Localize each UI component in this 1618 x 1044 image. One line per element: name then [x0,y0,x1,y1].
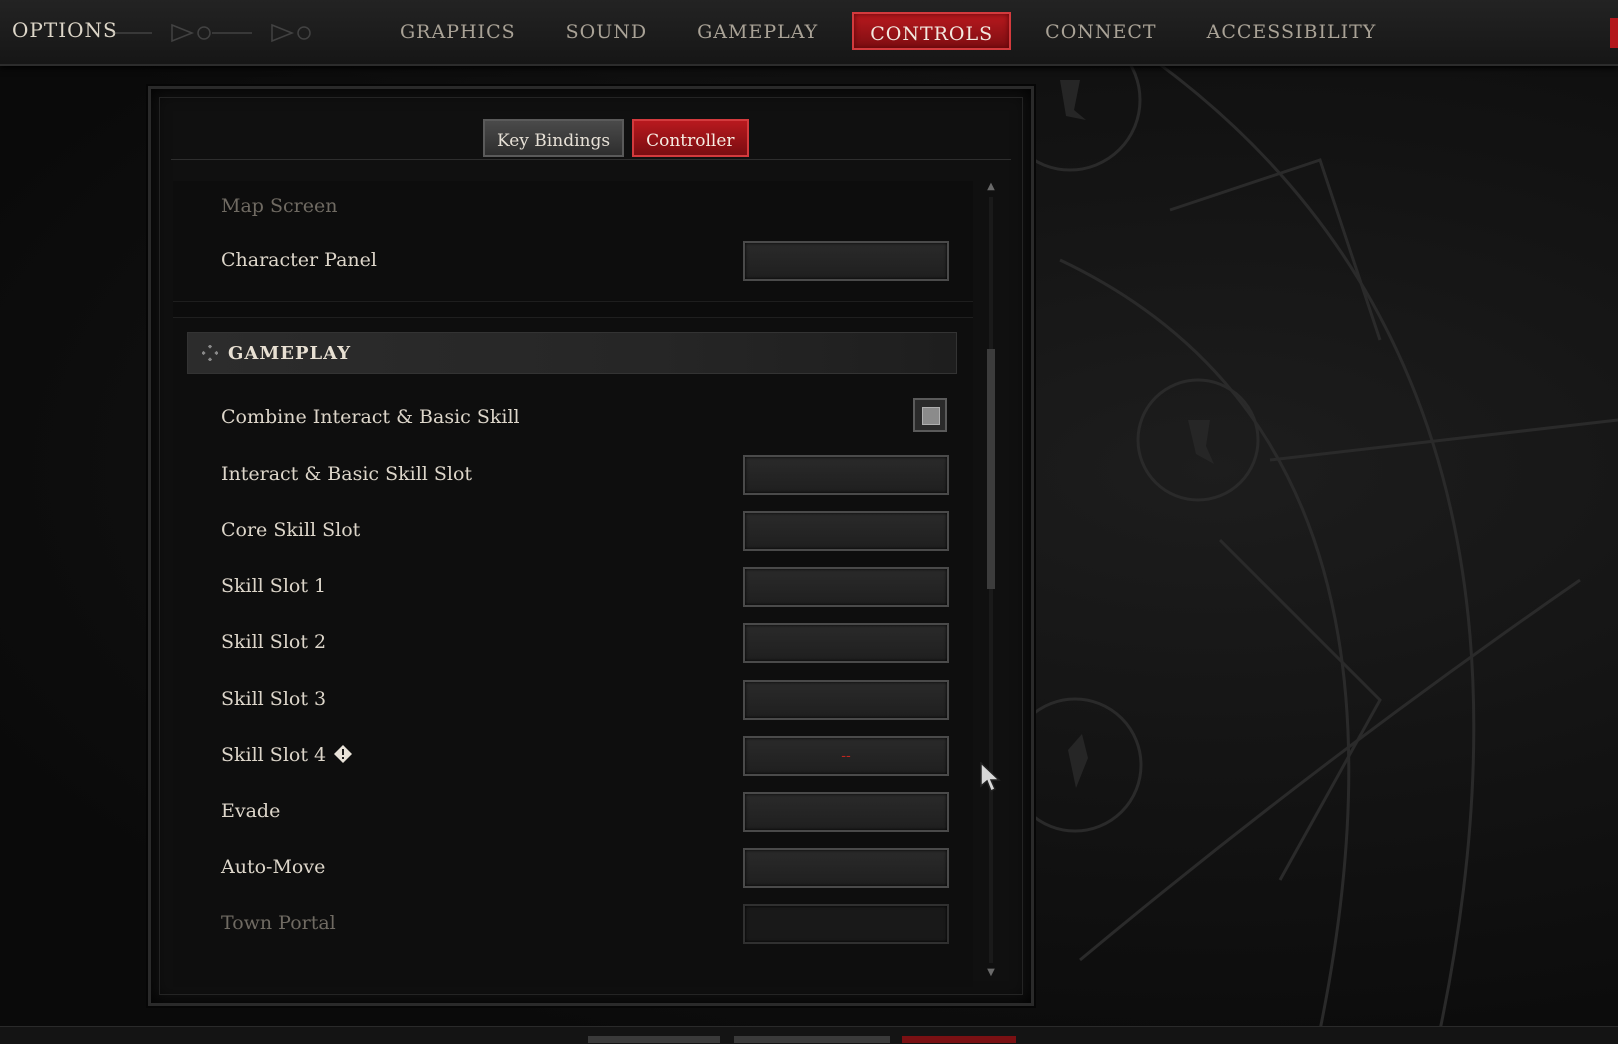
top-nav-bar: OPTIONS GRAPHICS SOUND GAMEPLAY CONTROLS… [0,0,1618,66]
tab-gameplay[interactable]: GAMEPLAY [681,12,834,50]
binding-slot[interactable] [743,792,949,832]
main-tabs: GRAPHICS SOUND GAMEPLAY CONTROLS CONNECT… [384,12,1410,50]
binding-slot[interactable] [743,904,949,944]
scroll-up-icon[interactable]: ▲ [985,181,997,193]
divider [171,159,1011,160]
row-label: Map Screen [221,195,338,217]
bottom-button[interactable] [902,1036,1016,1043]
subtab-key-bindings[interactable]: Key Bindings [483,119,625,157]
list-item[interactable]: Skill Slot 3 [173,678,973,722]
combine-checkbox[interactable] [913,398,947,432]
warning-diamond-icon[interactable] [334,745,353,763]
tab-sound[interactable]: SOUND [550,12,663,50]
list-item[interactable]: Core Skill Slot [173,509,973,553]
list-item[interactable]: Skill Slot 2 [173,621,973,665]
checkbox-indicator [922,407,940,425]
bottom-button[interactable] [588,1036,720,1043]
row-label: Skill Slot 4 [221,744,353,766]
list-item[interactable]: Skill Slot 1 [173,565,973,609]
expand-diamond-icon [202,345,218,361]
list-item[interactable]: Auto-Move [173,846,973,890]
row-label: Skill Slot 2 [221,631,327,653]
binding-slot-unassigned[interactable]: -- [743,736,949,776]
tab-controls[interactable]: CONTROLS [852,12,1012,50]
list-item[interactable]: Skill Slot 4 -- [173,734,973,778]
tab-connect[interactable]: CONNECT [1029,12,1172,50]
close-button-edge[interactable] [1610,18,1618,48]
row-label: Skill Slot 3 [221,688,327,710]
section-header-gameplay[interactable]: GAMEPLAY [187,332,957,374]
sub-tabs: Key Bindings Controller [483,119,749,157]
list-item[interactable]: Evade [173,790,973,834]
rune-circle-decoration [1020,60,1618,1030]
scrollbar[interactable]: ▲ ▼ [983,181,999,981]
group-menus: Map Screen Character Panel [173,181,973,302]
list-item: Map Screen [173,185,973,229]
list-item[interactable]: Interact & Basic Skill Slot [173,453,973,497]
list-item[interactable]: Character Panel [173,239,973,283]
controls-panel: Key Bindings Controller Map Screen Chara… [148,86,1034,1006]
group-gameplay: GAMEPLAY Combine Interact & Basic Skill … [173,317,973,987]
tab-accessibility[interactable]: ACCESSIBILITY [1191,12,1393,50]
row-label: Combine Interact & Basic Skill [221,406,520,428]
section-title: GAMEPLAY [228,342,352,364]
row-label: Character Panel [221,249,377,271]
row-label: Town Portal [221,912,336,934]
row-label: Evade [221,800,281,822]
bottom-button[interactable] [734,1036,890,1043]
row-label-text: Skill Slot 4 [221,744,327,766]
binding-slot[interactable] [743,848,949,888]
subtab-controller[interactable]: Controller [632,119,749,157]
binding-slot[interactable] [743,623,949,663]
binding-slot[interactable] [743,680,949,720]
binding-slot[interactable] [743,455,949,495]
scroll-down-icon[interactable]: ▼ [985,967,997,979]
binding-slot-character-panel[interactable] [743,241,949,281]
title-ornament-icon [112,23,311,43]
bindings-list: Map Screen Character Panel GAMEPLAY Comb… [173,181,973,987]
options-title: OPTIONS [12,18,118,42]
tab-graphics[interactable]: GRAPHICS [384,12,532,50]
row-label: Auto-Move [221,856,326,878]
row-label: Interact & Basic Skill Slot [221,463,473,485]
list-item[interactable]: Town Portal [173,902,973,946]
mouse-cursor-icon [980,762,1001,793]
row-label: Core Skill Slot [221,519,361,541]
row-label: Skill Slot 1 [221,575,327,597]
binding-slot[interactable] [743,567,949,607]
list-item[interactable]: Combine Interact & Basic Skill [173,396,973,440]
scroll-thumb[interactable] [987,349,995,589]
binding-slot[interactable] [743,511,949,551]
